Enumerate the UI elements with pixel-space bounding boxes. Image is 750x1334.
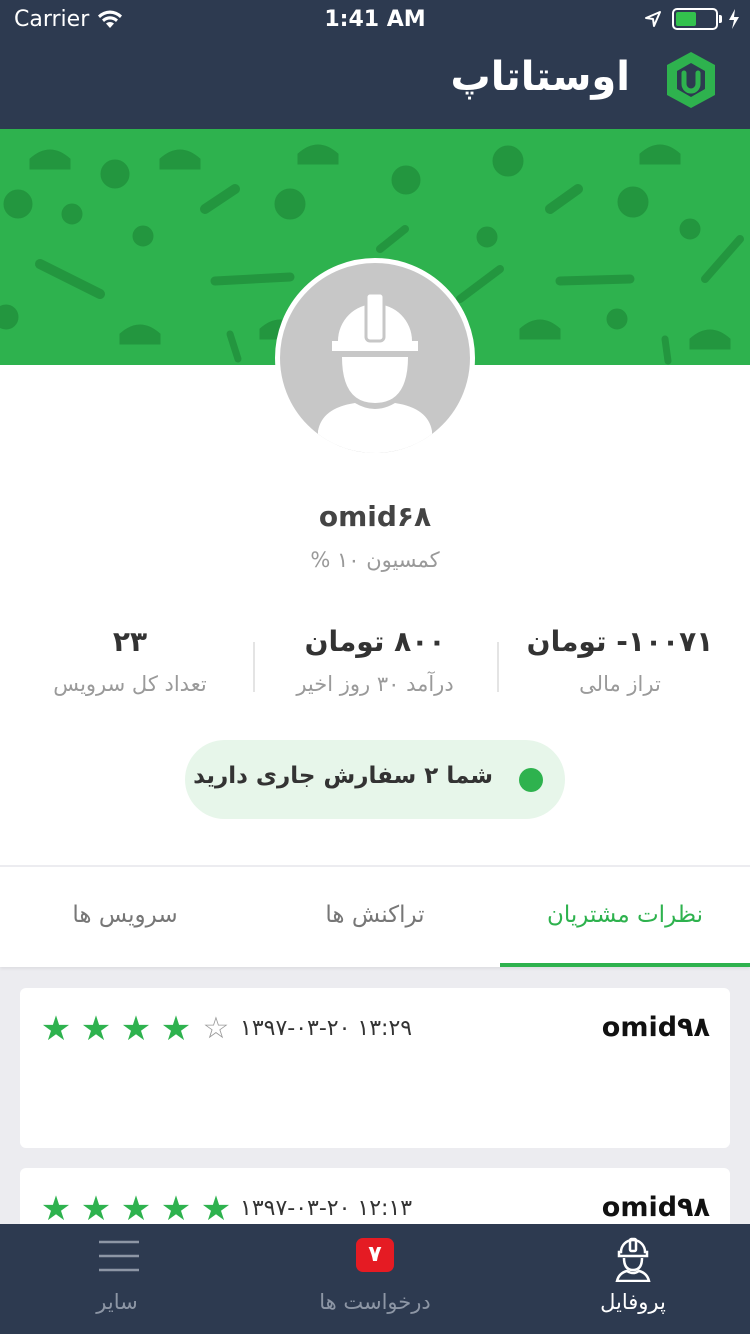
clock: 1:41 AM — [324, 7, 426, 32]
brand-name: اوستاتاپ — [450, 54, 631, 100]
tab-customer-reviews[interactable]: نظرات مشتریان — [500, 867, 750, 967]
avatar[interactable] — [275, 258, 475, 458]
stat-services: ۲۳ تعداد کل سرویس — [10, 625, 250, 696]
tab-bar: نظرات مشتریان تراکنش ها سرویس ها — [0, 867, 750, 967]
star-filled-icon: ★ — [200, 1189, 232, 1229]
logo-icon — [667, 52, 715, 108]
stat-income-value: ۸۰۰ تومان — [304, 625, 446, 658]
star-filled-icon: ★ — [120, 1009, 152, 1049]
star-filled-icon: ★ — [120, 1189, 152, 1229]
stat-income: ۸۰۰ تومان درآمد ۳۰ روز اخیر — [255, 625, 495, 696]
bottom-nav: پروفایل ۷ درخواست ها سایر — [0, 1224, 750, 1334]
app-header: اوستاتاپ — [0, 40, 750, 129]
stat-services-label: تعداد کل سرویس — [53, 672, 207, 696]
nav-profile[interactable]: پروفایل — [508, 1224, 750, 1334]
charging-bolt-icon — [729, 9, 739, 29]
stat-balance-label: تراز مالی — [579, 672, 661, 696]
stat-services-value: ۲۳ — [112, 625, 148, 658]
menu-icon — [99, 1240, 139, 1272]
active-orders-text: شما ۲ سفارش جاری دارید — [193, 763, 493, 789]
active-orders-button[interactable]: شما ۲ سفارش جاری دارید — [185, 740, 565, 819]
star-filled-icon: ★ — [40, 1009, 72, 1049]
requests-badge: ۷ — [356, 1238, 394, 1272]
stat-income-label: درآمد ۳۰ روز اخیر — [296, 672, 454, 696]
review-card[interactable]: omid۹۸ ۱۳۹۷-۰۳-۲۰ ۱۳:۲۹ ★ ★ ★ ★ ☆ — [20, 988, 730, 1148]
tab-services[interactable]: سرویس ها — [0, 867, 250, 967]
status-dot-icon — [519, 768, 543, 792]
stat-divider — [253, 642, 255, 692]
reviewer-name: omid۹۸ — [601, 1012, 710, 1043]
stat-balance: ۱۰۰۷۱- تومان تراز مالی — [500, 625, 740, 696]
nav-profile-label: پروفایل — [600, 1290, 666, 1314]
star-filled-icon: ★ — [80, 1009, 112, 1049]
commission-rate: کمسیون ۱۰ % — [310, 548, 440, 572]
reviewer-name: omid۹۸ — [601, 1192, 710, 1223]
star-filled-icon: ★ — [80, 1189, 112, 1229]
worker-icon — [615, 1237, 651, 1282]
stat-balance-value: ۱۰۰۷۱- تومان — [526, 625, 714, 658]
worker-avatar-icon — [318, 291, 432, 453]
star-filled-icon: ★ — [40, 1189, 72, 1229]
review-datetime: ۱۳۹۷-۰۳-۲۰ ۱۲:۱۳ — [240, 1196, 413, 1221]
rating-stars: ★ ★ ★ ★ ★ — [38, 1192, 234, 1226]
stat-divider — [497, 642, 499, 692]
location-arrow-icon — [645, 11, 661, 27]
review-datetime: ۱۳۹۷-۰۳-۲۰ ۱۳:۲۹ — [240, 1016, 413, 1041]
rating-stars: ★ ★ ★ ★ ☆ — [38, 1009, 234, 1049]
status-bar: Carrier 1:41 AM — [0, 0, 750, 40]
battery-icon — [672, 8, 722, 30]
nav-other-label: سایر — [96, 1290, 138, 1314]
nav-requests-label: درخواست ها — [319, 1290, 431, 1314]
nav-other[interactable]: سایر — [0, 1224, 242, 1334]
nav-requests[interactable]: ۷ درخواست ها — [250, 1224, 500, 1334]
tab-transactions[interactable]: تراکنش ها — [250, 867, 500, 967]
star-filled-icon: ★ — [160, 1009, 192, 1049]
star-filled-icon: ★ — [160, 1189, 192, 1229]
star-empty-icon: ☆ — [202, 1011, 230, 1046]
username: omid۶۸ — [318, 500, 432, 533]
